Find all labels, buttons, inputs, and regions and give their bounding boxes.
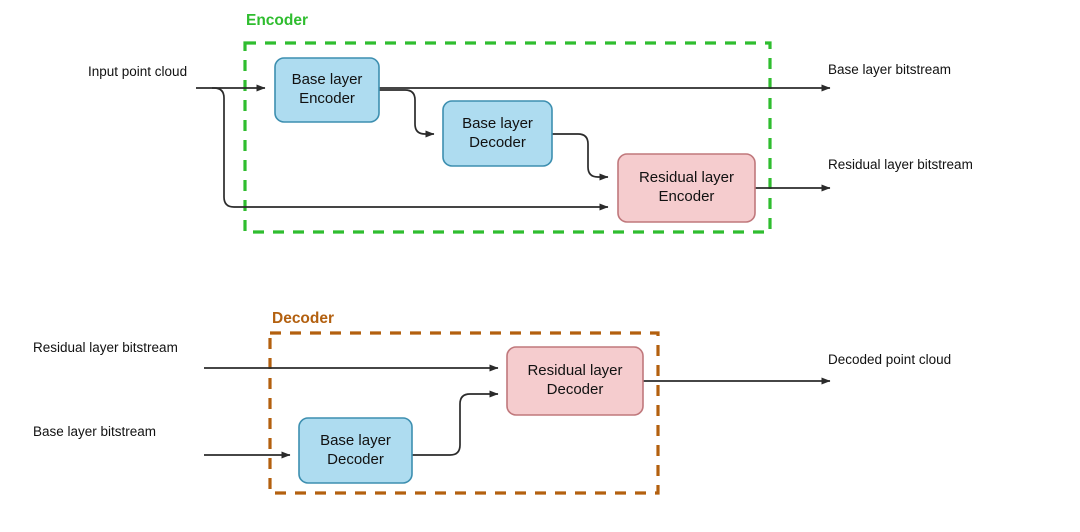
node-base-layer-encoder[interactable] (274, 57, 380, 123)
node-base-layer-decoder-encoder-side[interactable] (442, 100, 553, 167)
edge-base-decoder-to-residual-encoder (552, 133, 609, 181)
node-residual-layer-encoder[interactable] (617, 153, 756, 223)
decoder-group-label: Decoder (272, 310, 335, 327)
encoder-group-label: Encoder (246, 12, 309, 29)
diagram-canvas: Encoder Decoder Base layer Encoder Base … (0, 0, 1080, 532)
io-label-decoded-point-cloud: Decoded point cloud (828, 352, 952, 367)
io-label-base-layer-bitstream-output: Base layer bitstream (828, 62, 952, 77)
edge-base-encoder-to-base-decoder (379, 89, 435, 138)
io-label-base-layer-bitstream-input: Base layer bitstream (33, 424, 157, 439)
io-label-residual-layer-bitstream-output: Residual layer bitstream (828, 157, 973, 172)
node-base-layer-decoder-decoder-side[interactable] (298, 417, 413, 484)
node-residual-layer-decoder[interactable] (506, 346, 644, 416)
io-label-input-point-cloud: Input point cloud (88, 64, 188, 79)
io-label-residual-layer-bitstream-input: Residual layer bitstream (33, 340, 178, 355)
diagram-vector-layer (196, 41, 831, 495)
edge-base-decoder-to-residual-decoder (412, 390, 499, 456)
